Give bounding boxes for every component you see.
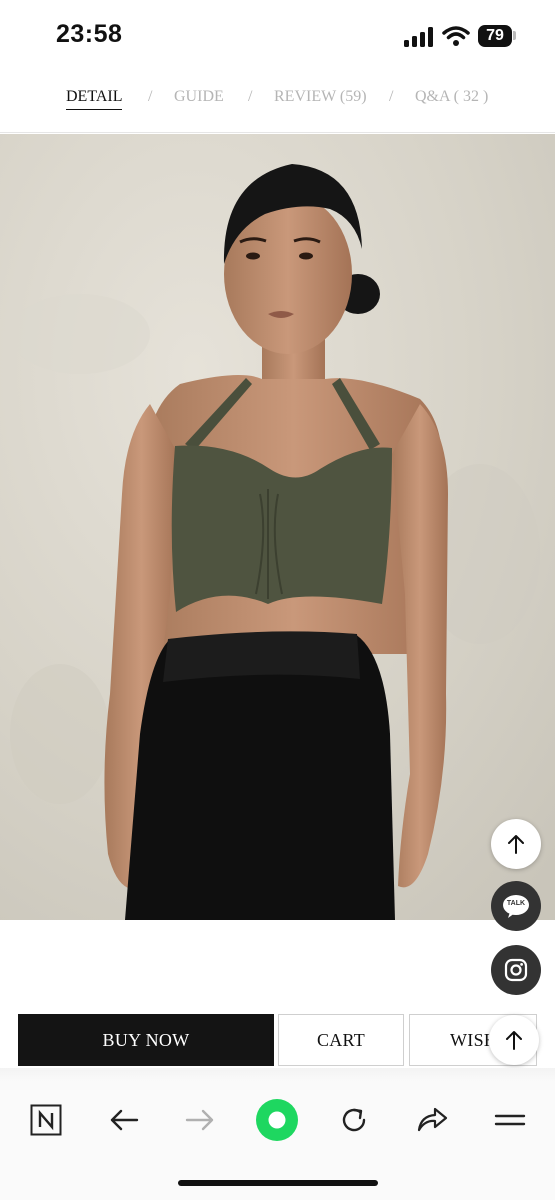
tab-divider xyxy=(0,132,555,133)
refresh-button[interactable] xyxy=(332,1098,376,1142)
instagram-icon xyxy=(504,958,528,982)
arrow-right-icon xyxy=(185,1109,214,1131)
buy-now-button[interactable]: BUY NOW xyxy=(18,1014,274,1066)
battery-tip xyxy=(513,31,516,40)
arrow-up-icon xyxy=(508,835,524,854)
scroll-top-button[interactable] xyxy=(491,819,541,869)
green-dot-icon xyxy=(256,1099,298,1141)
cart-button[interactable]: CART xyxy=(278,1014,404,1066)
tab-separator: / xyxy=(389,88,394,105)
hamburger-menu-icon xyxy=(494,1114,526,1126)
naver-n-icon xyxy=(30,1104,62,1136)
toolbar-separator xyxy=(0,1068,555,1082)
battery-indicator: 79 xyxy=(478,25,512,47)
naver-home-button[interactable] xyxy=(24,1098,68,1142)
tab-separator: / xyxy=(148,88,153,105)
tab-qna[interactable]: Q&A ( 32 ) xyxy=(415,88,488,106)
scroll-top-button-bottom[interactable] xyxy=(489,1015,539,1065)
wifi-icon xyxy=(442,26,470,46)
home-indicator xyxy=(178,1180,378,1186)
talk-chat-button[interactable]: TALK xyxy=(491,881,541,931)
clock: 23:58 xyxy=(56,20,123,48)
detail-tab-bar: DETAIL / GUIDE / REVIEW (59) / Q&A ( 32 … xyxy=(0,78,555,118)
menu-button[interactable] xyxy=(488,1098,532,1142)
forward-button[interactable] xyxy=(178,1098,222,1142)
arrow-up-icon xyxy=(506,1031,522,1050)
back-button[interactable] xyxy=(102,1098,146,1142)
refresh-icon xyxy=(342,1108,366,1132)
cellular-signal-icon xyxy=(404,27,433,47)
tab-guide[interactable]: GUIDE xyxy=(174,88,224,106)
share-arrow-icon xyxy=(417,1107,448,1132)
arrow-left-icon xyxy=(110,1109,139,1131)
tab-detail[interactable]: DETAIL xyxy=(66,88,123,110)
green-dot-button[interactable] xyxy=(255,1098,299,1142)
product-image xyxy=(0,134,555,920)
tab-separator: / xyxy=(248,88,253,105)
instagram-button[interactable] xyxy=(491,945,541,995)
status-bar: 23:58 79 xyxy=(0,0,555,72)
share-button[interactable] xyxy=(410,1098,454,1142)
talk-label: TALK xyxy=(506,900,526,907)
tab-review[interactable]: REVIEW (59) xyxy=(274,88,367,106)
model-illustration xyxy=(0,134,555,920)
